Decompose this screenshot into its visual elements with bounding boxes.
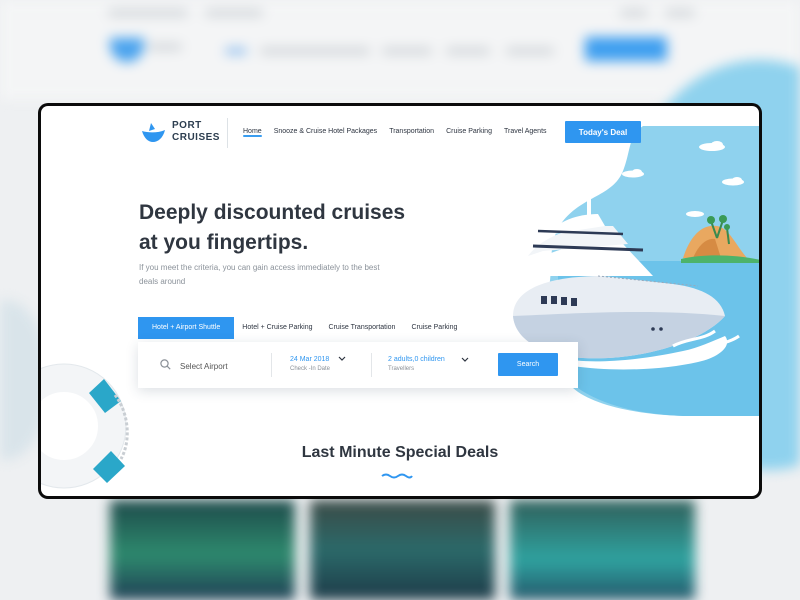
brand-name: PORT CRUISES <box>172 120 220 144</box>
hero-title-line-2: at you fingertips. <box>139 231 309 254</box>
nav-item-travel-agents[interactable]: Travel Agents <box>504 128 547 135</box>
tab-hotel-airport-shuttle[interactable]: Hotel + Airport Shuttle <box>138 317 235 339</box>
nav-item-home[interactable]: Home <box>243 128 262 137</box>
device-frame: PORT CRUISES Home Snooze & Cruise Hotel … <box>38 103 762 499</box>
hero-subtitle: If you meet the criteria, you can gain a… <box>139 263 380 286</box>
tab-cruise-transportation[interactable]: Cruise Transportation <box>321 317 404 339</box>
hero-title: Deeply discounted cruises at you fingert… <box>139 198 439 258</box>
boat-icon <box>142 123 165 142</box>
nav-item-cruise-parking[interactable]: Cruise Parking <box>446 128 492 135</box>
todays-deal-button[interactable]: Today's Deal <box>565 121 641 143</box>
travellers-label: Travellers <box>388 366 415 372</box>
search-tabs: Hotel + Airport Shuttle Hotel + Cruise P… <box>138 317 465 339</box>
header-divider <box>227 118 228 148</box>
search-button[interactable]: Search <box>498 353 558 376</box>
brand-logo[interactable]: PORT CRUISES <box>141 120 220 144</box>
tab-cruise-parking[interactable]: Cruise Parking <box>403 317 465 339</box>
brand-line-1: PORT <box>172 120 202 131</box>
search-icon <box>160 359 171 370</box>
main-nav: Home Snooze & Cruise Hotel Packages Tran… <box>243 128 547 137</box>
wave-divider-icon <box>381 473 413 479</box>
checkin-date-label: Check -In Date <box>290 366 331 372</box>
travellers-value: 2 adults,0 children <box>388 356 445 363</box>
hero-title-line-1: Deeply discounted cruises <box>139 201 406 224</box>
checkin-date-value: 24 Mar 2018 <box>290 356 330 363</box>
tab-hotel-cruise-parking[interactable]: Hotel + Cruise Parking <box>234 317 320 339</box>
chevron-down-icon <box>461 357 469 362</box>
life-buoy-illustration <box>41 363 129 489</box>
website-screen: PORT CRUISES Home Snooze & Cruise Hotel … <box>41 106 759 496</box>
nav-item-transportation[interactable]: Transportation <box>389 128 434 135</box>
search-form: 24 Mar 2018 Check -In Date 2 adults,0 ch… <box>138 342 578 388</box>
field-separator <box>371 353 372 377</box>
nav-item-hotel-packages[interactable]: Snooze & Cruise Hotel Packages <box>274 128 378 135</box>
brand-line-2: CRUISES <box>172 132 220 143</box>
airport-input[interactable] <box>178 356 267 376</box>
section-title: Last Minute Special Deals <box>301 444 499 461</box>
field-separator <box>271 353 272 377</box>
chevron-down-icon <box>338 356 346 361</box>
